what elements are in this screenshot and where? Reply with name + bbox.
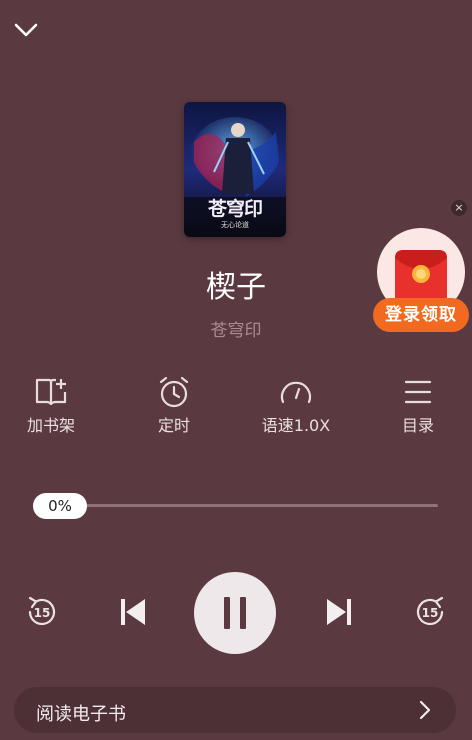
add-to-shelf-button[interactable]: 加书架 <box>1 376 101 436</box>
pause-icon <box>224 597 246 629</box>
book-name[interactable]: 苍穹印 <box>0 316 472 341</box>
rewind-15-icon: 15 <box>28 596 56 626</box>
catalog-label: 目录 <box>401 416 434 435</box>
cover-subtitle: 无心论道 <box>221 221 249 229</box>
rewind-15-button[interactable]: 15 <box>20 590 64 634</box>
forward-15-button[interactable]: 15 <box>408 590 452 634</box>
rewind-seconds: 15 <box>34 606 51 620</box>
progress-track[interactable] <box>60 504 438 507</box>
cover-title: 苍穹印 <box>207 198 263 220</box>
collapse-chevron-icon[interactable] <box>12 16 40 44</box>
menu-list-icon <box>404 380 432 404</box>
catalog-button[interactable]: 目录 <box>368 376 468 436</box>
alarm-clock-icon <box>159 376 189 408</box>
speed-button[interactable]: 语速1.0X <box>246 376 346 436</box>
add-to-shelf-label: 加书架 <box>26 416 75 435</box>
chapter-title: 楔子 <box>206 270 266 305</box>
book-cover: 苍穹印 无心论道 <box>184 102 286 237</box>
forward-15-icon: 15 <box>416 596 444 626</box>
skip-previous-icon <box>121 599 145 625</box>
speed-label: 语速1.0X <box>261 416 331 435</box>
promo-close-button[interactable]: × <box>451 200 467 216</box>
next-chapter-button[interactable] <box>317 590 361 634</box>
progress-thumb[interactable]: 0% <box>33 493 87 519</box>
pause-button[interactable] <box>194 572 276 654</box>
forward-seconds: 15 <box>422 606 439 620</box>
skip-next-icon <box>327 599 351 625</box>
speedometer-icon <box>280 381 312 404</box>
previous-chapter-button[interactable] <box>111 590 155 634</box>
timer-button[interactable]: 定时 <box>124 376 224 436</box>
chevron-right-icon <box>419 700 431 720</box>
read-ebook-label: 阅读电子书 <box>36 704 126 725</box>
bookshelf-add-icon <box>35 378 67 406</box>
timer-label: 定时 <box>157 416 190 435</box>
